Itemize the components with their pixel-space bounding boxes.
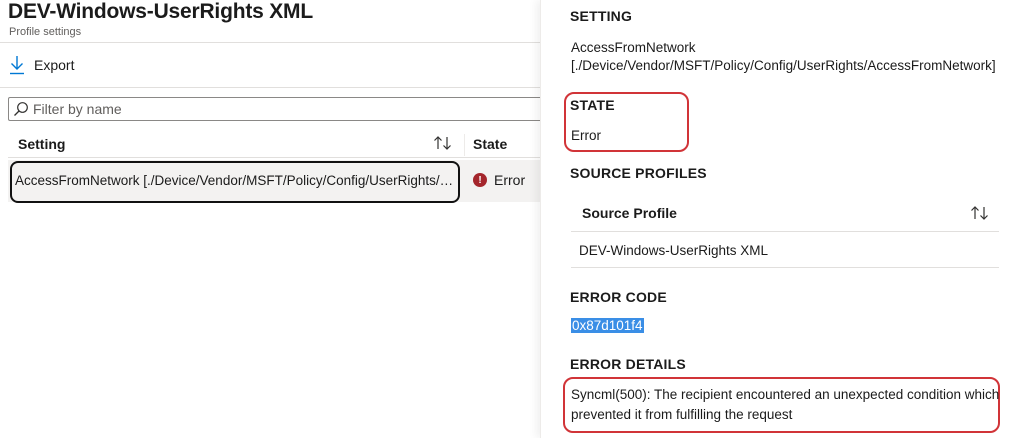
error-code-heading: ERROR CODE	[570, 289, 667, 305]
filter-box[interactable]	[8, 97, 540, 121]
column-header-state[interactable]: State	[473, 136, 507, 152]
source-profile-name: DEV-Windows-UserRights XML	[579, 243, 769, 258]
column-header-source-profile[interactable]: Source Profile	[582, 205, 677, 221]
divider	[0, 42, 540, 43]
export-button[interactable]: Export	[6, 52, 86, 78]
table-header: Source Profile	[571, 194, 999, 232]
sort-button[interactable]	[969, 204, 991, 222]
sort-button[interactable]	[432, 134, 454, 152]
page-title: DEV-Windows-UserRights XML	[8, 0, 313, 23]
profile-settings-pane: DEV-Windows-UserRights XML Profile setti…	[0, 0, 540, 438]
row-setting-name[interactable]: AccessFromNetwork [./Device/Vendor/MSFT/…	[15, 173, 457, 188]
row-state: ! Error	[473, 172, 525, 188]
setting-detail-pane: SETTING AccessFromNetwork [./Device/Vend…	[540, 0, 1024, 438]
setting-value: AccessFromNetwork [./Device/Vendor/MSFT/…	[571, 39, 1017, 75]
column-separator	[464, 134, 465, 156]
sort-arrows-icon	[971, 206, 988, 220]
download-arrow-icon	[10, 56, 24, 75]
divider	[0, 87, 540, 88]
state-heading: STATE	[570, 97, 615, 113]
search-icon	[14, 102, 28, 116]
source-profiles-table: Source Profile DEV-Windows-UserRights XM…	[571, 194, 999, 268]
export-label: Export	[34, 57, 75, 73]
error-code-value: 0x87d101f4	[571, 318, 644, 333]
filter-input[interactable]	[33, 101, 513, 117]
setting-heading: SETTING	[570, 8, 633, 24]
table-header: Setting State	[8, 128, 540, 158]
error-details-text: Syncml(500): The recipient encountered a…	[571, 387, 1000, 422]
setting-path: [./Device/Vendor/MSFT/Policy/Config/User…	[571, 58, 996, 73]
row-state-label: Error	[494, 172, 526, 188]
source-profiles-heading: SOURCE PROFILES	[570, 165, 707, 181]
setting-name: AccessFromNetwork	[571, 40, 696, 55]
column-header-setting[interactable]: Setting	[18, 136, 65, 152]
state-value: Error	[571, 128, 601, 143]
page-subtitle: Profile settings	[9, 26, 82, 38]
sort-arrows-icon	[434, 136, 451, 150]
table-row[interactable]: AccessFromNetwork [./Device/Vendor/MSFT/…	[8, 160, 540, 203]
table-row[interactable]: DEV-Windows-UserRights XML	[571, 232, 999, 268]
error-circle-icon: !	[473, 173, 487, 187]
error-details-heading: ERROR DETAILS	[570, 356, 686, 372]
